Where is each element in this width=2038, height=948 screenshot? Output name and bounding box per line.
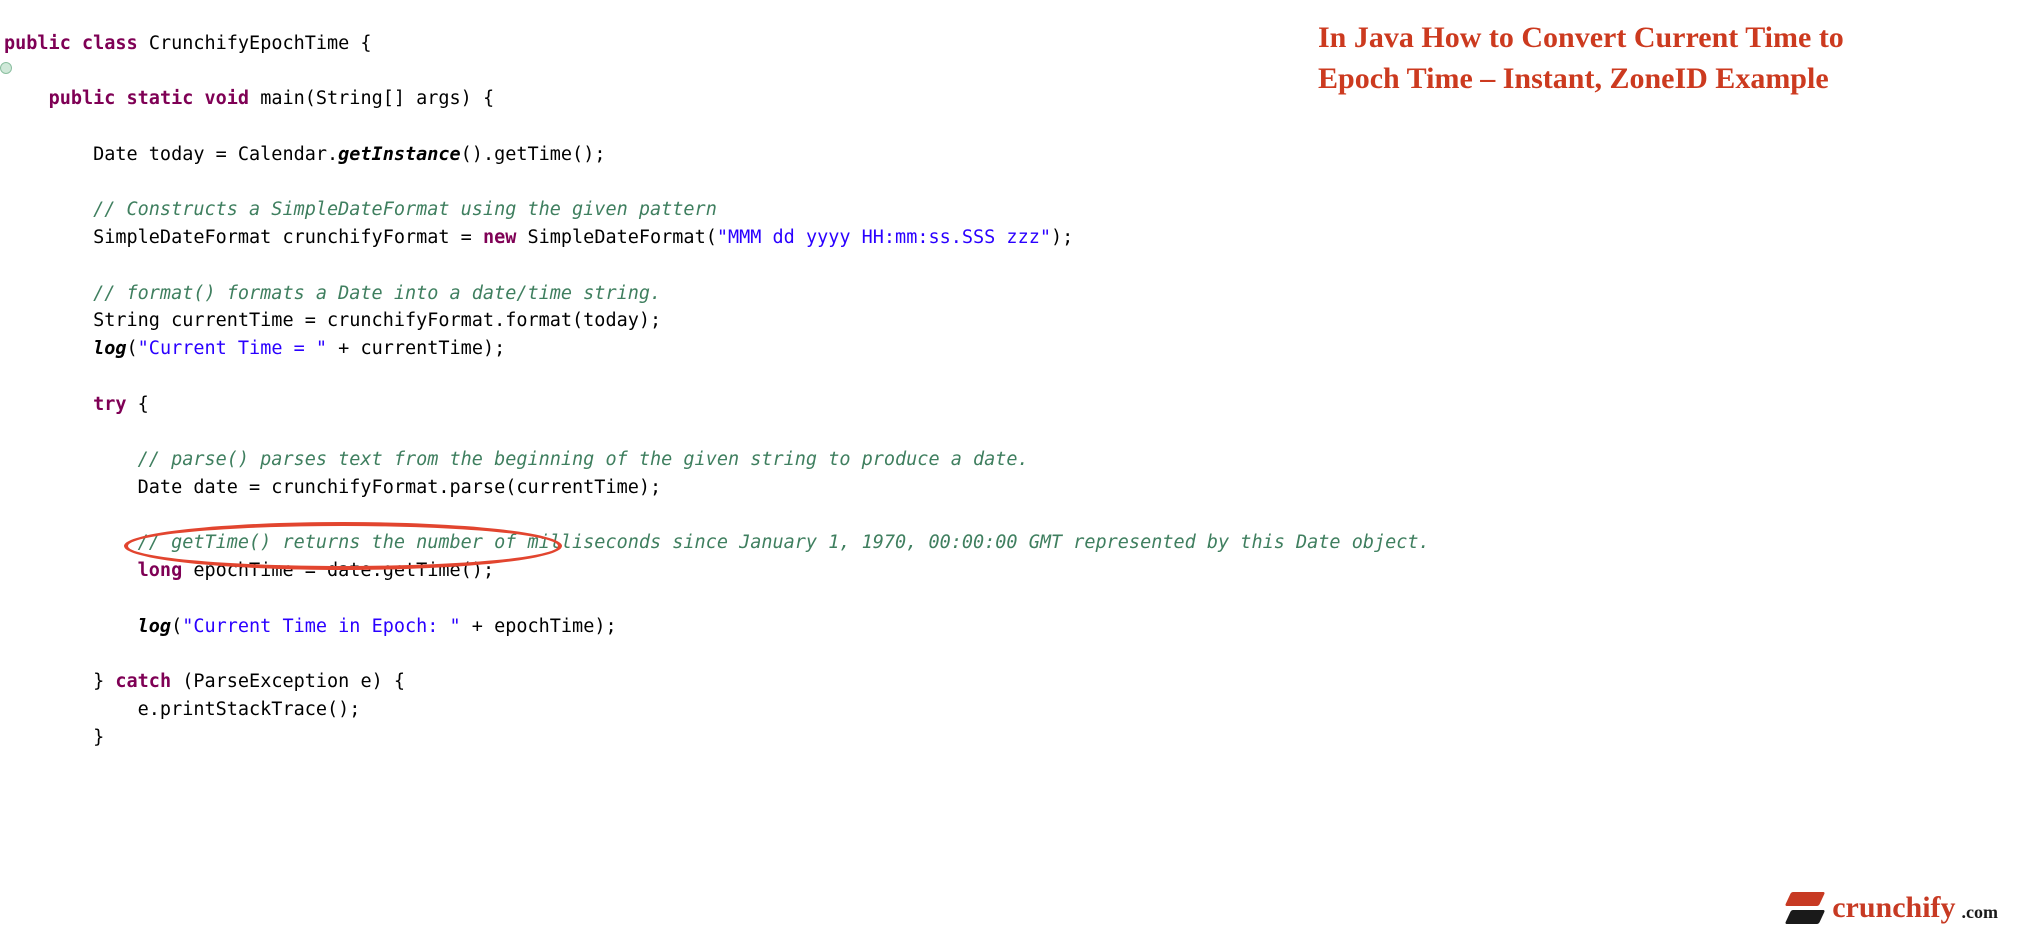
code-text: } (4, 671, 115, 692)
keyword: catch (115, 671, 171, 692)
code-text (4, 394, 93, 415)
logo-mark-icon (1784, 890, 1826, 926)
keyword: void (205, 88, 250, 109)
static-method: getInstance (338, 144, 461, 165)
code-text (4, 616, 138, 637)
code-text (4, 560, 138, 581)
code-text: ().getTime(); (461, 144, 606, 165)
string-literal: "Current Time = " (138, 338, 327, 359)
code-text: SimpleDateFormat crunchifyFormat = (4, 227, 483, 248)
comment: // format() formats a Date into a date/t… (4, 283, 661, 304)
code-text: epochTime = date.getTime(); (182, 560, 494, 581)
code-text: { (349, 33, 371, 54)
method-call: log (93, 338, 126, 359)
keyword: public (49, 88, 116, 109)
code-text: ( (127, 338, 138, 359)
crunchify-logo: crunchify .com (1784, 885, 1998, 930)
keyword: try (93, 394, 126, 415)
comment: // Constructs a SimpleDateFormat using t… (4, 199, 717, 220)
string-literal: "Current Time in Epoch: " (182, 616, 460, 637)
gutter-run-icon[interactable] (0, 62, 12, 74)
comment: // getTime() returns the number of milli… (4, 532, 1430, 553)
comment: // parse() parses text from the beginnin… (4, 449, 1029, 470)
keyword: public (4, 33, 71, 54)
code-text: { (127, 394, 149, 415)
code-text: ( (171, 616, 182, 637)
logo-brand-text: crunchify (1832, 885, 1955, 930)
annotation-title: In Java How to Convert Current Time to E… (1318, 18, 1978, 99)
code-text: (ParseException e) { (171, 671, 405, 692)
code-text: } (4, 727, 104, 748)
code-editor: public class CrunchifyEpochTime { public… (0, 0, 2038, 751)
method-signature: main(String[] args) { (249, 88, 494, 109)
logo-suffix-text: .com (1962, 899, 1998, 926)
code-text: e.printStackTrace(); (4, 699, 360, 720)
code-text: String currentTime = crunchifyFormat.for… (4, 310, 661, 331)
title-line1: In Java How to Convert Current Time to (1318, 18, 1978, 59)
keyword: static (127, 88, 194, 109)
keyword: long (138, 560, 183, 581)
code-text: SimpleDateFormat( (516, 227, 716, 248)
code-text: Date date = crunchifyFormat.parse(curren… (4, 477, 661, 498)
method-call: log (138, 616, 171, 637)
code-text: + epochTime); (461, 616, 617, 637)
title-line2: Epoch Time – Instant, ZoneID Example (1318, 59, 1978, 100)
keyword: new (483, 227, 516, 248)
string-literal: "MMM dd yyyy HH:mm:ss.SSS zzz" (717, 227, 1051, 248)
code-text: ); (1051, 227, 1073, 248)
class-name: CrunchifyEpochTime (149, 33, 349, 54)
code-text: + currentTime); (327, 338, 505, 359)
code-text: Date today = Calendar. (4, 144, 338, 165)
keyword: class (82, 33, 138, 54)
code-text (4, 338, 93, 359)
